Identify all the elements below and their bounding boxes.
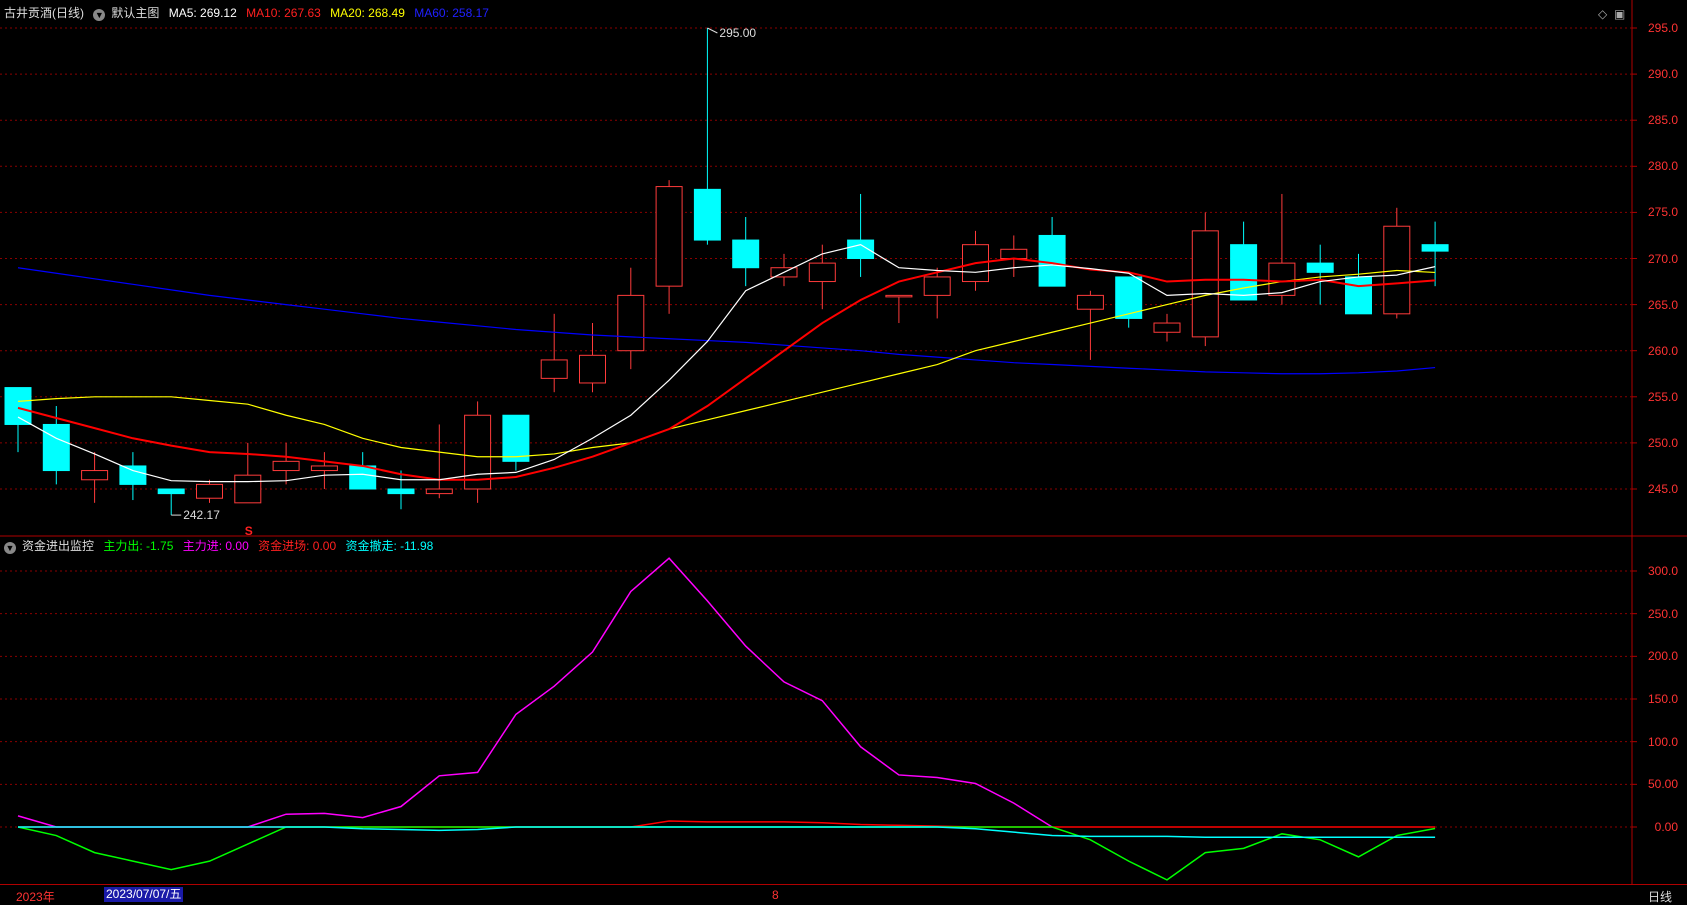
ma60-line (17, 267, 1436, 375)
candle-up (617, 294, 645, 352)
candle-up (464, 414, 492, 490)
main-in-value: 主力进: 0.00 (182, 539, 249, 553)
candle-up (540, 359, 568, 379)
candle-up (81, 470, 109, 481)
candle-up (272, 460, 300, 472)
main-chart-header: 古井贡酒(日线) ▼ 默认主图 MA5: 269.12 MA10: 267.63 … (4, 6, 495, 21)
indicator-header: ▼ 资金进出监控 主力出: -1.75 主力进: 0.00 资金进场: 0.00 … (4, 539, 439, 554)
indicator-name[interactable]: 资金进出监控 (22, 539, 94, 553)
chevron-down-icon[interactable]: ▼ (93, 9, 106, 21)
candle-down (847, 239, 875, 259)
candle-down (157, 488, 185, 495)
candle-up (1191, 230, 1219, 338)
price-tick-label: 245.0 (1647, 482, 1678, 496)
candle-down (349, 465, 377, 490)
candle-down (387, 488, 415, 495)
price-tick-label: 270.0 (1647, 251, 1678, 266)
date-axis-bar: 2023年 2023/07/07/五 8 日线 (0, 884, 1687, 905)
year-label: 2023年 (16, 890, 55, 904)
candle-up (808, 262, 836, 283)
chevron-down-icon[interactable]: ▼ (4, 542, 16, 554)
fund-in-line (18, 820, 1436, 828)
price-tick-label: 295.0 (1647, 21, 1678, 35)
price-tick-label: 285.0 (1647, 113, 1678, 128)
period-label[interactable]: 日线 (1648, 888, 1672, 905)
candle-down (1038, 234, 1066, 287)
fund-in-value: 资金进场: 0.00 (258, 539, 337, 553)
ma20-value: MA20: 268.49 (330, 6, 405, 20)
price-tick-label: 290.0 (1647, 67, 1678, 82)
candle-up (1000, 248, 1028, 259)
chart-canvas[interactable]: 295.00 242.17 S (0, 0, 1687, 904)
ma60-value: MA60: 258.17 (414, 6, 489, 20)
candle-down (732, 239, 760, 269)
indicator-tick-label: 200.0 (1647, 649, 1678, 664)
candle-up (234, 474, 262, 504)
low-label: 242.17 (183, 508, 220, 522)
restore-icon[interactable]: ▣ (1614, 7, 1625, 21)
price-tick-label: 280.0 (1647, 159, 1678, 174)
indicator-tick-label: 50.00 (1647, 777, 1678, 792)
stock-chart-window: { "header": { "stock_name": "古井贡酒(日线)", … (0, 0, 1687, 905)
main-in-line (17, 557, 1053, 828)
ma5-value: MA5: 269.12 (168, 6, 237, 20)
candle-up (1153, 322, 1181, 333)
month-label: 8 (772, 888, 779, 902)
candle-down (1421, 244, 1449, 252)
candle-down (1345, 276, 1372, 315)
price-tick-label: 275.0 (1647, 205, 1678, 220)
candle-down (693, 188, 721, 241)
candle-down (1306, 262, 1334, 273)
candle-down (119, 465, 147, 485)
ma10-value: MA10: 267.63 (246, 6, 321, 20)
candle-up (196, 483, 223, 499)
indicator-tick-label: 0.00 (1654, 820, 1678, 834)
candle-up (579, 354, 606, 384)
candle-down (1230, 244, 1258, 301)
candle-down (42, 423, 70, 472)
candle-up (885, 294, 913, 298)
price-tick-label: 265.0 (1647, 297, 1678, 312)
high-marker (707, 27, 718, 34)
high-label: 295.00 (719, 26, 756, 40)
price-tick-label: 255.0 (1647, 389, 1678, 404)
main-chart-label[interactable]: 默认主图 (111, 6, 159, 20)
candle-up (923, 276, 951, 296)
price-tick-label: 250.0 (1647, 435, 1678, 450)
candle-up (1076, 294, 1104, 310)
indicator-tick-label: 100.0 (1647, 734, 1678, 749)
main-out-line (17, 826, 1436, 881)
fund-out-line (18, 826, 1436, 838)
candle-up (425, 488, 453, 495)
fund-out-value: 资金撤走: -11.98 (345, 539, 434, 553)
candle-up (310, 465, 338, 472)
cursor-date: 2023/07/07/五 (104, 887, 184, 902)
candle-up (655, 186, 683, 287)
indicator-tick-label: 150.0 (1647, 692, 1678, 706)
indicator-tick-label: 250.0 (1647, 606, 1678, 621)
candle-down (502, 414, 530, 462)
indicator-tick-label: 300.0 (1647, 564, 1678, 578)
main-out-value: 主力出: -1.75 (103, 539, 174, 553)
price-tick-label: 260.0 (1647, 343, 1678, 358)
diamond-icon[interactable]: ◇ (1598, 7, 1607, 21)
signal-mark: S (245, 524, 253, 538)
stock-name[interactable]: 古井贡酒(日线) (4, 6, 84, 20)
candle-down (4, 387, 32, 425)
